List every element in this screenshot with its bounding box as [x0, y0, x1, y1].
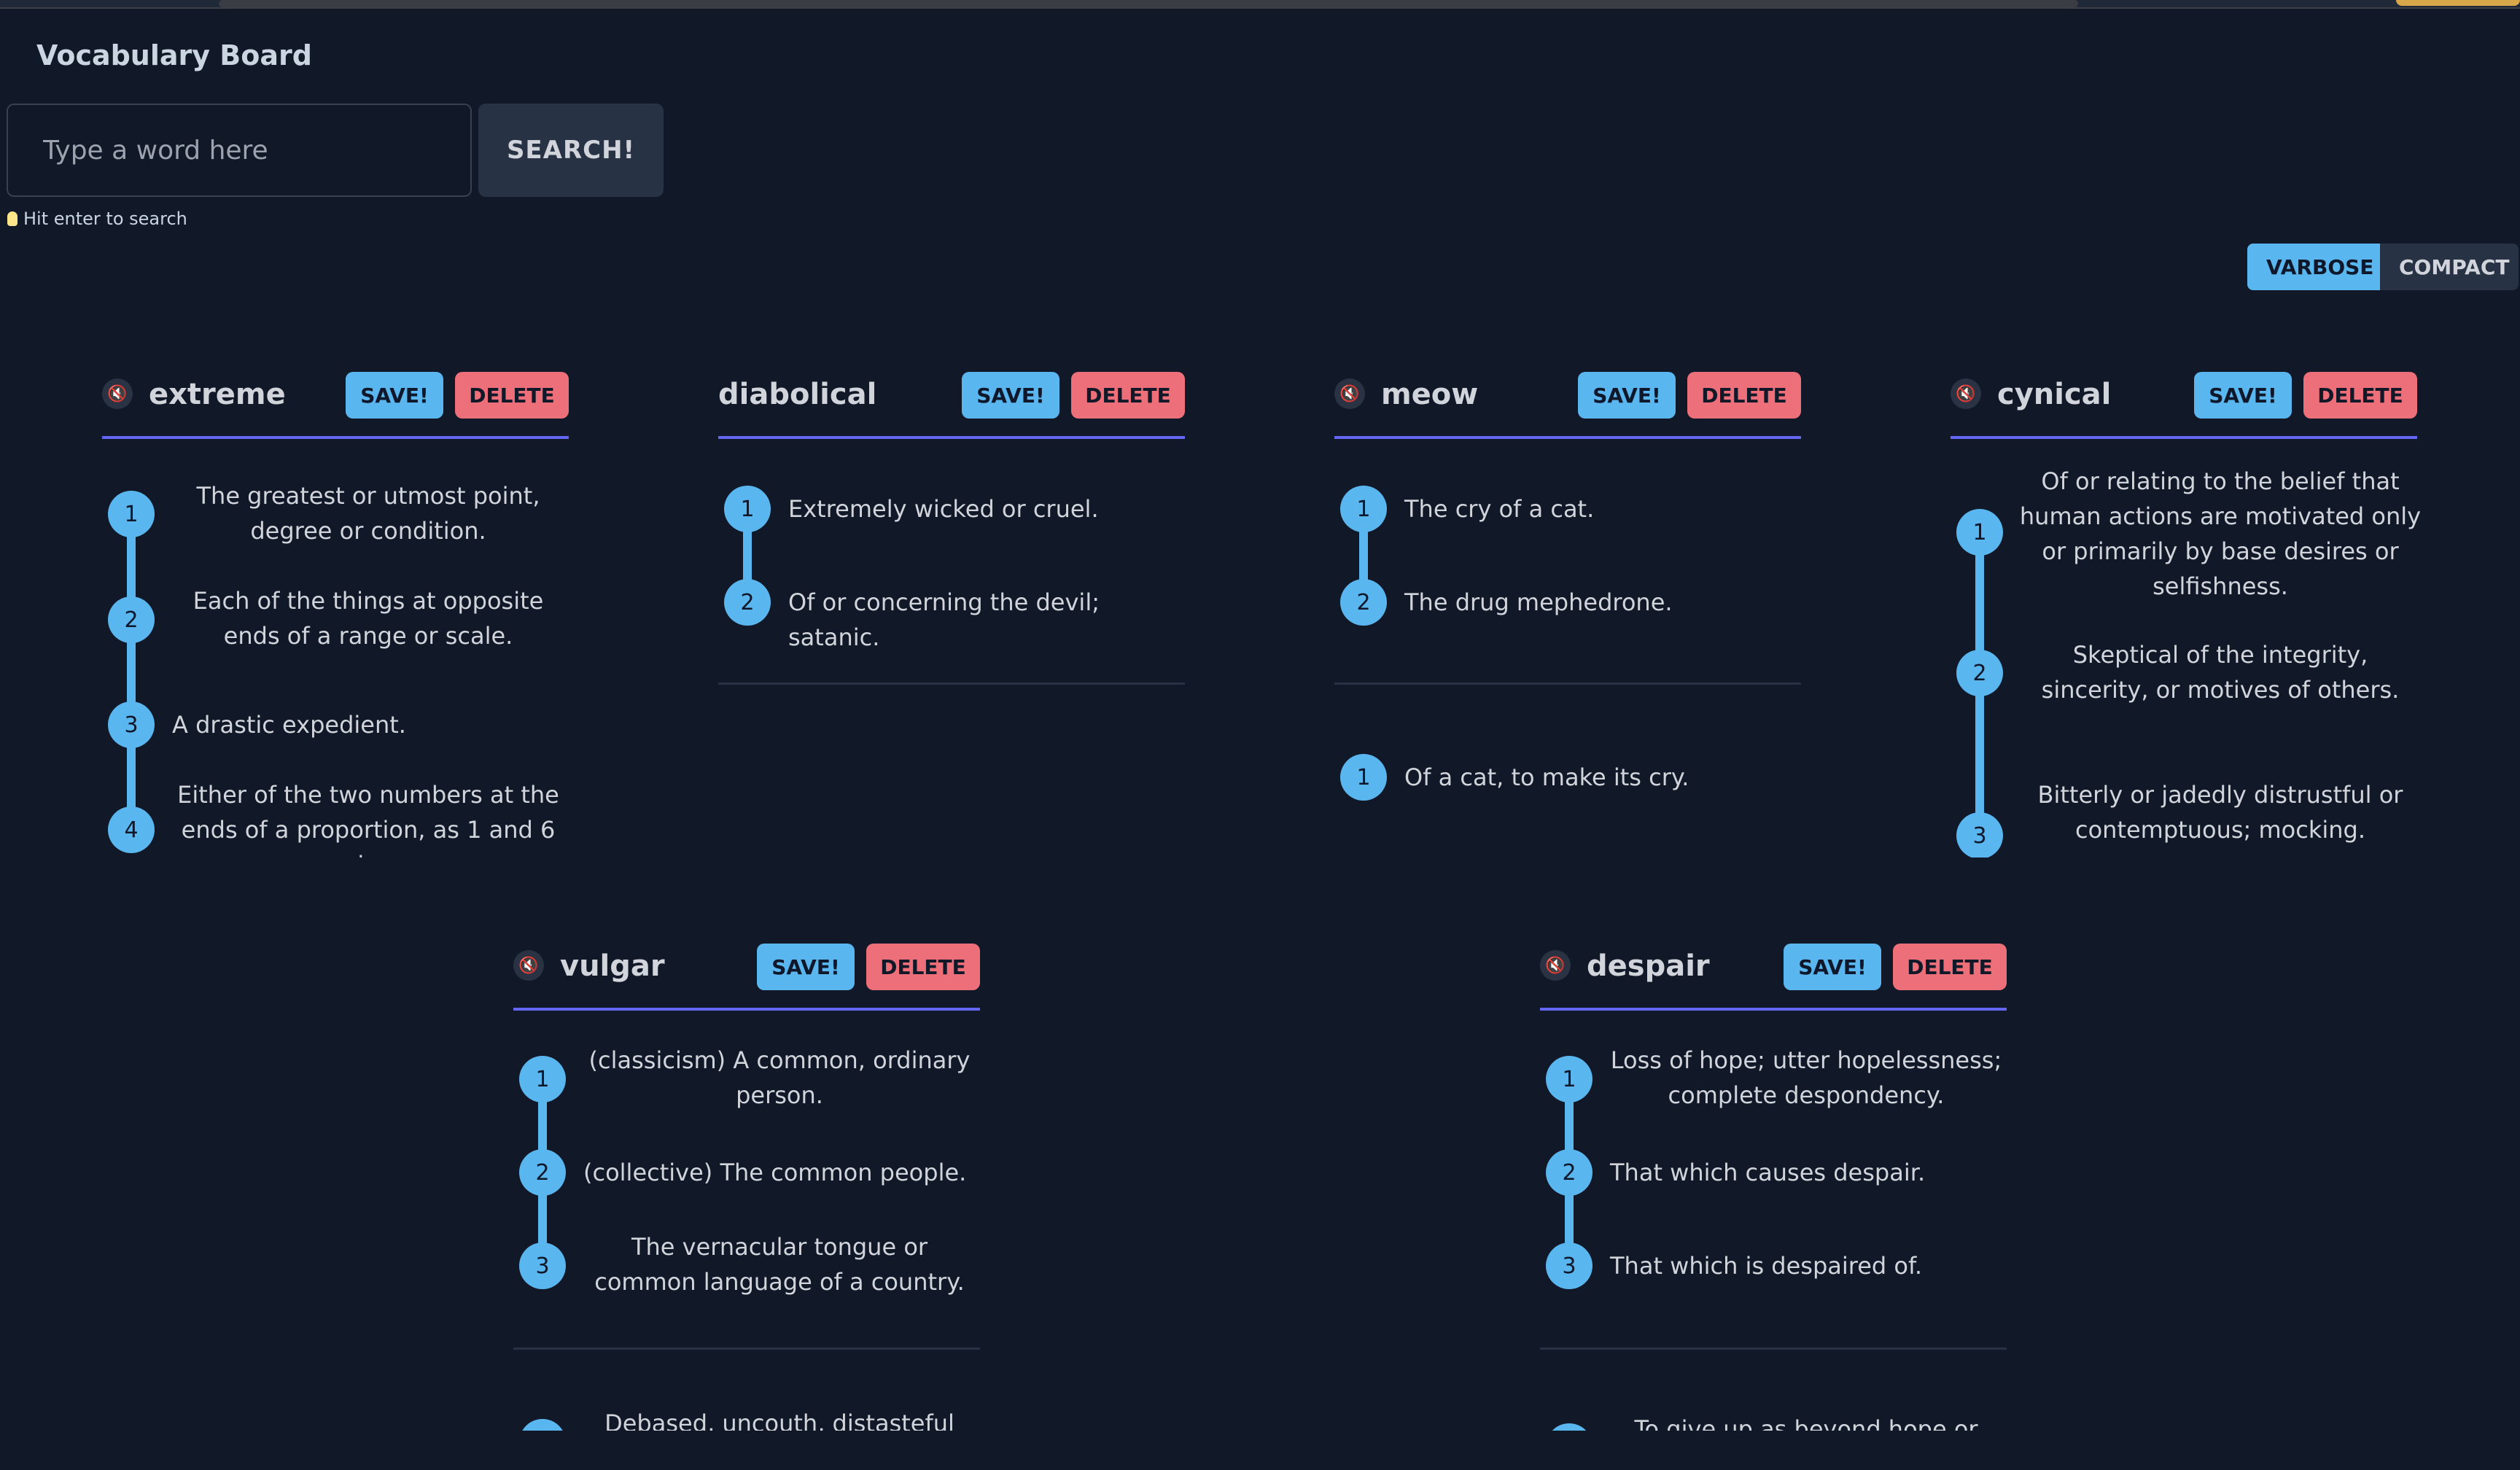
save-button[interactable]: SAVE! — [757, 944, 855, 990]
card-word: cynical — [1997, 378, 2112, 411]
definition-text: Of a cat, to make its cry. — [1404, 763, 1689, 791]
definition-text: To give up as beyond hope or — [1634, 1415, 1978, 1431]
definition-number-badge: 1 — [724, 486, 771, 532]
header-divider — [1951, 436, 2417, 439]
definition-text: The greatest or utmost point, degree or … — [196, 482, 540, 545]
definition-text: Of or concerning the devil; satanic. — [788, 588, 1100, 651]
header-divider — [1334, 436, 1801, 439]
delete-button[interactable]: DELETE — [2303, 372, 2417, 419]
section-divider — [718, 682, 1185, 685]
definition-text: A drastic expedient. — [172, 711, 406, 739]
definition-number-badge: 3 — [108, 701, 155, 748]
save-button[interactable]: SAVE! — [962, 372, 1059, 419]
definition-number-badge: 2 — [108, 596, 155, 643]
word-card-vulgar: 🔇 vulgar SAVE! DELETE 1 (classicism) A c… — [513, 928, 987, 1431]
definition-number-badge: 1 — [519, 1056, 566, 1102]
card-word: vulgar — [560, 949, 665, 983]
definition-number-badge: 3 — [1956, 812, 2003, 858]
search-button[interactable]: SEARCH! — [478, 104, 664, 197]
definition-text: The drug mephedrone. — [1404, 588, 1673, 616]
definition-text: That which causes despair. — [1610, 1159, 1926, 1186]
definition-text: The cry of a cat. — [1404, 495, 1595, 523]
speaker-muted-icon[interactable]: 🔇 — [1540, 950, 1571, 981]
horizontal-scrollbar[interactable] — [219, 0, 2078, 7]
definition-number-badge: 4 — [108, 806, 155, 853]
compact-mode-button[interactable]: COMPACT — [2380, 244, 2519, 290]
definition-number-badge: 1 — [108, 491, 155, 537]
speaker-muted-icon[interactable]: 🔇 — [102, 378, 133, 409]
definition-text: That which is despaired of. — [1610, 1252, 1923, 1280]
definition-text: Skeptical of the integrity, sincerity, o… — [2041, 641, 2400, 704]
card-header: 🔇 vulgar SAVE! DELETE — [513, 928, 980, 1003]
definition-number-badge: 3 — [519, 1242, 566, 1289]
card-word: diabolical — [718, 378, 877, 411]
card-header: 🔇 cynical SAVE! DELETE — [1951, 356, 2417, 432]
definition-number-badge: 2 — [519, 1149, 566, 1196]
definition-number-badge: 1 — [1340, 486, 1387, 532]
word-card-cynical: 🔇 cynical SAVE! DELETE 1 Of or relating … — [1951, 356, 2432, 858]
card-header: diabolical SAVE! DELETE — [718, 356, 1185, 432]
speaker-muted-icon[interactable]: 🔇 — [1334, 378, 1365, 409]
header-divider — [102, 436, 569, 439]
delete-button[interactable]: DELETE — [1071, 372, 1185, 419]
word-card-despair: 🔇 despair SAVE! DELETE 1 Loss of hope; u… — [1540, 928, 2014, 1431]
definition-number-badge: 2 — [1546, 1149, 1592, 1196]
definition-text: Either of the two numbers at the ends of… — [177, 781, 559, 858]
definition-text: Of or relating to the belief that human … — [2019, 467, 2422, 600]
section-divider — [1334, 682, 1801, 685]
header-divider — [718, 436, 1185, 439]
definition-number-badge: 2 — [1340, 579, 1387, 626]
definition-number-badge: 1 — [1546, 1423, 1592, 1431]
section-divider — [513, 1348, 980, 1350]
delete-button[interactable]: DELETE — [1687, 372, 1801, 419]
window-top-bar — [0, 0, 2520, 9]
definition-number-badge: 1 — [1956, 509, 2003, 556]
vocabulary-board-page: Vocabulary Board SEARCH! Hit enter to se… — [0, 0, 2520, 1470]
word-card-extreme: 🔇 extreme SAVE! DELETE 1 The greatest or… — [102, 356, 576, 858]
speaker-muted-icon[interactable]: 🔇 — [1951, 378, 1981, 409]
speaker-muted-icon[interactable]: 🔇 — [513, 950, 544, 981]
view-mode-toggle: VARBOSE COMPACT — [2247, 244, 2519, 290]
definition-number-badge: 1 — [519, 1419, 566, 1431]
section-divider — [1540, 1348, 2007, 1350]
definition-number-badge: 2 — [1956, 650, 2003, 696]
definition-number-badge: 1 — [1546, 1056, 1592, 1102]
definition-text: (classicism) A common, ordinary person. — [588, 1046, 971, 1109]
search-hint: Hit enter to search — [7, 209, 187, 229]
search-input[interactable] — [7, 104, 472, 197]
definition-text: Extremely wicked or cruel. — [788, 495, 1099, 523]
definition-number-badge: 3 — [1546, 1242, 1592, 1289]
definition-text: The vernacular tongue or common language… — [594, 1233, 965, 1296]
definition-text: Debased, uncouth, distasteful — [604, 1409, 954, 1431]
save-button[interactable]: SAVE! — [346, 372, 443, 419]
definition-timeline — [127, 516, 136, 830]
definition-text: Bitterly or jadedly distrustful or conte… — [2037, 781, 2403, 844]
save-button[interactable]: SAVE! — [1578, 372, 1676, 419]
delete-button[interactable]: DELETE — [1893, 944, 2007, 990]
definition-number-badge: 2 — [724, 579, 771, 626]
delete-button[interactable]: DELETE — [455, 372, 569, 419]
corner-accent — [2396, 0, 2520, 6]
definition-text: (collective) The common people. — [583, 1159, 967, 1186]
delete-button[interactable]: DELETE — [866, 944, 980, 990]
card-word: despair — [1587, 949, 1710, 983]
search-hint-text: Hit enter to search — [23, 209, 187, 229]
card-word: extreme — [149, 378, 286, 411]
lightbulb-icon — [7, 211, 18, 226]
card-word: meow — [1381, 378, 1479, 411]
header-divider — [1540, 1008, 2007, 1011]
card-header: 🔇 meow SAVE! DELETE — [1334, 356, 1801, 432]
verbose-mode-button[interactable]: VARBOSE — [2247, 244, 2380, 290]
definition-text: Each of the things at opposite ends of a… — [192, 587, 544, 650]
card-header: 🔇 extreme SAVE! DELETE — [102, 356, 569, 432]
header-divider — [513, 1008, 980, 1011]
save-button[interactable]: SAVE! — [1784, 944, 1881, 990]
word-card-diabolical: diabolical SAVE! DELETE 1 Extremely wick… — [718, 356, 1192, 858]
card-header: 🔇 despair SAVE! DELETE — [1540, 928, 2007, 1003]
page-title: Vocabulary Board — [36, 39, 312, 71]
definition-number-badge: 1 — [1340, 754, 1387, 801]
word-card-meow: 🔇 meow SAVE! DELETE 1 The cry of a cat. … — [1334, 356, 1808, 858]
definition-text: Loss of hope; utter hopelessness; comple… — [1610, 1046, 2002, 1109]
save-button[interactable]: SAVE! — [2194, 372, 2292, 419]
